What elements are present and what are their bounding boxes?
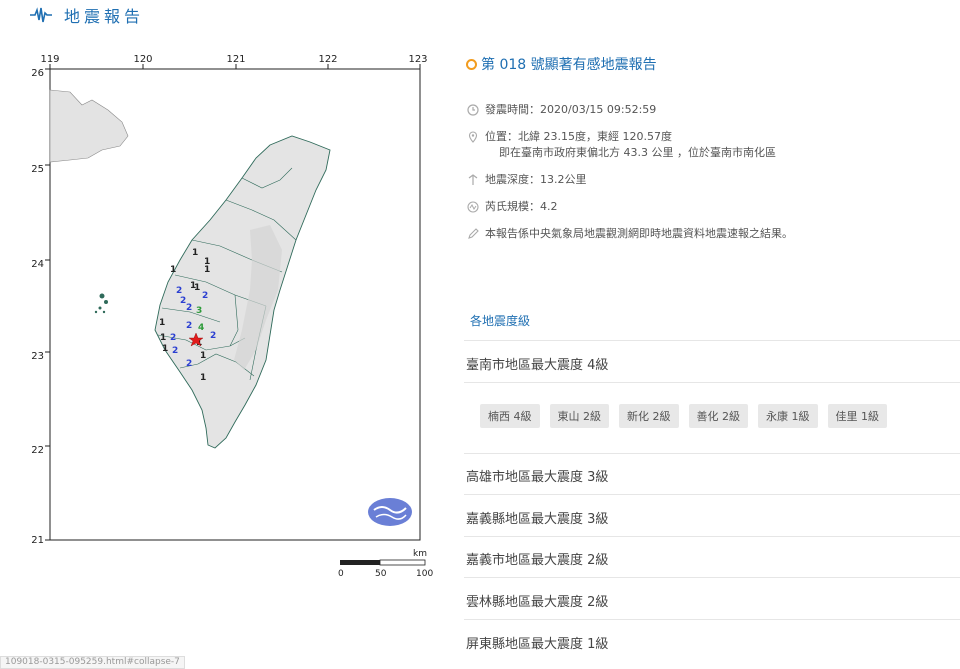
intensity-section-link[interactable]: 各地震度級 xyxy=(470,312,530,329)
page-title: 地震報告 xyxy=(64,7,145,26)
divider xyxy=(464,494,960,495)
location-text: 位置：北緯 23.15度，東經 120.57度 xyxy=(485,130,672,143)
lat-label: 24 xyxy=(31,259,44,270)
intensity-mark: 1 xyxy=(160,333,166,343)
magnitude-icon xyxy=(466,200,480,214)
pencil-icon xyxy=(466,227,480,241)
region-row-pingtung[interactable]: 屏東縣地區最大震度 1級 xyxy=(466,633,608,652)
intensity-mark: 4 xyxy=(198,323,204,333)
map-svg: 119 120 121 122 123 26 25 24 23 22 21 1 … xyxy=(31,54,433,579)
report-info: 發震時間：2020/03/15 09:52:59 位置：北緯 23.15度，東經… xyxy=(466,102,960,242)
intensity-mark: 2 xyxy=(202,291,208,301)
station-chip: 永康 1級 xyxy=(758,404,818,428)
intensity-mark: 2 xyxy=(186,359,192,369)
intensity-mark: 2 xyxy=(172,346,178,356)
region-row-tainan[interactable]: 臺南市地區最大震度 4級 xyxy=(466,354,608,373)
scale-label: 100 xyxy=(416,569,433,579)
lon-label: 119 xyxy=(40,54,59,65)
intensity-mark: 1 xyxy=(162,344,168,354)
intensity-mark: 2 xyxy=(176,286,182,296)
station-chip: 新化 2級 xyxy=(619,404,679,428)
depth-text: 地震深度：13.2公里 xyxy=(485,173,587,186)
station-chip: 佳里 1級 xyxy=(827,404,887,428)
status-url: 109018-0315-095259.html#collapse-7 xyxy=(0,656,185,669)
note-row: 本報告係中央氣象局地震觀測網即時地震資料地震速報之結果。 xyxy=(466,226,960,242)
time-text: 發震時間：2020/03/15 09:52:59 xyxy=(485,103,657,116)
clock-icon xyxy=(466,103,480,117)
intensity-mark: 1 xyxy=(192,248,198,258)
intensity-mark: 3 xyxy=(196,306,202,316)
depth-row: 地震深度：13.2公里 xyxy=(466,172,960,188)
scale-bar: km 0 50 100 xyxy=(338,549,433,579)
map-pin-icon xyxy=(466,130,480,144)
intensity-mark: 1 xyxy=(204,265,210,275)
lat-label: 21 xyxy=(31,535,44,546)
earthquake-map: 119 120 121 122 123 26 25 24 23 22 21 1 … xyxy=(30,50,440,595)
intensity-mark: 2 xyxy=(210,331,216,341)
lat-label: 26 xyxy=(31,68,44,79)
report-heading: 第 018 號顯著有感地震報告 xyxy=(466,54,960,74)
report-panel: 第 018 號顯著有感地震報告 發震時間：2020/03/15 09:52:59… xyxy=(466,54,960,253)
intensity-mark: 1 xyxy=(170,265,176,275)
intensity-mark: 2 xyxy=(186,303,192,313)
divider xyxy=(464,536,960,537)
region-row-chiayi-county[interactable]: 嘉義縣地區最大震度 3級 xyxy=(466,508,608,527)
cwb-logo xyxy=(368,498,412,526)
region-row-yunlin[interactable]: 雲林縣地區最大震度 2級 xyxy=(466,591,608,610)
lon-label: 123 xyxy=(408,54,427,65)
magnitude-text: 芮氏規模：4.2 xyxy=(485,200,558,213)
station-chip: 善化 2級 xyxy=(688,404,748,428)
scale-unit: km xyxy=(413,549,427,559)
lon-label: 120 xyxy=(133,54,152,65)
page-header: 地震報告 xyxy=(30,2,144,28)
report-title: 第 018 號顯著有感地震報告 xyxy=(481,57,657,73)
location-sub-text: 即在臺南市政府東偏北方 43.3 公里 ，位於臺南市南化區 xyxy=(499,146,776,159)
magnitude-row: 芮氏規模：4.2 xyxy=(466,199,960,215)
time-row: 發震時間：2020/03/15 09:52:59 xyxy=(466,102,960,118)
station-chip: 東山 2級 xyxy=(549,404,609,428)
region-row-kaohsiung[interactable]: 高雄市地區最大震度 3級 xyxy=(466,466,608,485)
scale-label: 50 xyxy=(375,569,387,579)
depth-icon xyxy=(466,173,480,187)
divider xyxy=(464,382,960,383)
scale-label: 0 xyxy=(338,569,344,579)
lat-label: 23 xyxy=(31,351,44,362)
intensity-mark: 1 xyxy=(159,318,165,328)
circle-bullet-icon xyxy=(466,58,477,70)
intensity-mark: 1 xyxy=(194,283,200,293)
divider xyxy=(464,619,960,620)
lat-label: 25 xyxy=(31,164,44,175)
intensity-mark: 2 xyxy=(186,321,192,331)
divider xyxy=(464,453,960,454)
intensity-mark: 2 xyxy=(170,333,176,343)
location-row: 位置：北緯 23.15度，東經 120.57度 即在臺南市政府東偏北方 43.3… xyxy=(466,129,960,161)
seismograph-icon xyxy=(30,7,52,23)
note-text: 本報告係中央氣象局地震觀測網即時地震資料地震速報之結果。 xyxy=(485,227,793,240)
lon-label: 121 xyxy=(226,54,245,65)
intensity-mark: 1 xyxy=(200,351,206,361)
station-chip: 楠西 4級 xyxy=(480,404,540,428)
divider xyxy=(464,340,960,341)
region-row-chiayi-city[interactable]: 嘉義市地區最大震度 2級 xyxy=(466,549,608,568)
lat-label: 22 xyxy=(31,445,44,456)
intensity-mark: 1 xyxy=(200,373,206,383)
tainan-station-list: 楠西 4級 東山 2級 新化 2級 善化 2級 永康 1級 佳里 1級 xyxy=(480,404,887,428)
divider xyxy=(464,577,960,578)
lon-label: 122 xyxy=(318,54,337,65)
